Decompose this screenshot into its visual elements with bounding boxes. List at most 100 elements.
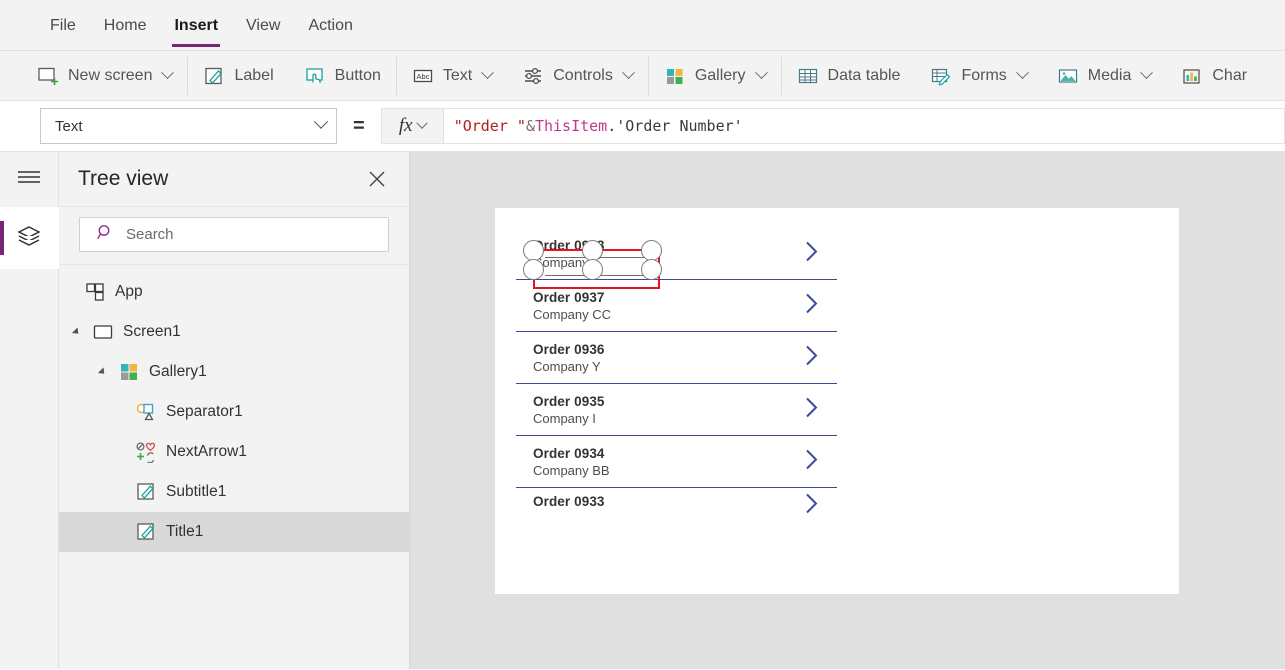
ribbon-label: Char [1212, 66, 1248, 84]
ribbon-new-screen[interactable]: New screen [22, 57, 187, 95]
chevron-down-icon[interactable] [481, 66, 495, 80]
gallery-item-text: Order 0934 Company BB [533, 446, 610, 478]
gallery-item-subtitle: Company BB [533, 462, 610, 478]
ribbon-text-menu[interactable]: Abc Text [397, 57, 507, 95]
hamburger-menu-button[interactable] [0, 152, 59, 207]
gallery-control[interactable]: Order 0938 Company F Order 0937 Company … [516, 228, 837, 572]
menu-tab-view[interactable]: View [232, 0, 294, 51]
fx-button[interactable]: fx [380, 108, 443, 144]
gallery-item-text: Order 0937 Company CC [533, 290, 611, 322]
ribbon-label: Data table [827, 66, 901, 84]
equals-sign: = [353, 114, 365, 137]
chevron-down-icon[interactable] [1015, 66, 1029, 80]
rail-item-tree-view[interactable] [0, 207, 59, 269]
icons-icon [135, 441, 157, 464]
menu-tab-home[interactable]: Home [90, 0, 161, 51]
chevron-expanded-icon[interactable] [95, 365, 109, 379]
next-arrow-icon[interactable] [803, 446, 821, 477]
gallery-item[interactable]: Order 0933 [516, 488, 837, 522]
formula-token-identifier: ThisItem [534, 117, 608, 135]
tree-node-label: Gallery1 [149, 363, 207, 380]
label-icon [135, 481, 157, 503]
gallery-item-text: Order 0935 Company I [533, 394, 605, 426]
tree-node-screen1[interactable]: Screen1 [59, 312, 409, 352]
gallery-item-subtitle: Company I [533, 410, 596, 426]
screen-icon [92, 321, 114, 343]
next-arrow-icon[interactable] [803, 238, 821, 269]
workspace: Tree view Search App Screen1 Gallery1 Se… [0, 152, 1285, 669]
gallery-item[interactable]: Order 0937 Company CC [516, 280, 837, 332]
search-placeholder: Search [126, 226, 174, 243]
label-icon [203, 66, 225, 86]
property-selector[interactable]: Text [40, 108, 337, 144]
close-panel-button[interactable] [364, 166, 390, 192]
tree-node-gallery1[interactable]: Gallery1 [59, 352, 409, 392]
tree-view-title: Tree view [78, 167, 169, 190]
formula-bar: Text = fx "Order " & ThisItem .'Order Nu… [0, 101, 1285, 152]
tree-node-label: App [115, 283, 143, 300]
gallery-item[interactable]: Order 0935 Company I [516, 384, 837, 436]
chevron-down-icon[interactable] [1140, 66, 1154, 80]
menu-tab-action[interactable]: Action [294, 0, 366, 51]
ribbon-label: Text [442, 66, 473, 84]
gallery-icon [664, 66, 686, 86]
menu-tab-label: Action [308, 16, 353, 34]
tree-node-label: Screen1 [123, 323, 181, 340]
gallery-icon [118, 361, 140, 383]
property-selector-value: Text [55, 117, 83, 135]
tree-node-title1[interactable]: Title1 [59, 512, 409, 552]
layers-icon [16, 224, 42, 253]
app-screen-preview[interactable]: Order 0938 Company F Order 0937 Company … [495, 208, 1179, 594]
ribbon-label: Forms [961, 66, 1007, 84]
hamburger-icon [17, 169, 41, 190]
ribbon-button-control[interactable]: Button [289, 57, 396, 95]
tree-node-label: NextArrow1 [166, 443, 247, 460]
tree-search-area: Search [59, 207, 409, 265]
ribbon-forms-menu[interactable]: Forms [915, 57, 1041, 95]
formula-token-string: "Order " [453, 117, 526, 135]
ribbon-label: Button [334, 66, 381, 84]
tree-node-label: Title1 [166, 523, 204, 540]
ribbon-gallery-menu[interactable]: Gallery [649, 57, 781, 95]
menu-tab-file[interactable]: File [36, 0, 90, 51]
ribbon-label: Controls [553, 66, 613, 84]
tree-node-nextarrow1[interactable]: NextArrow1 [59, 432, 409, 472]
next-arrow-icon[interactable] [803, 491, 821, 522]
ribbon-controls-menu[interactable]: Controls [507, 57, 648, 95]
text-abc-icon: Abc [412, 66, 434, 86]
chevron-expanded-icon[interactable] [69, 325, 83, 339]
chevron-down-icon[interactable] [621, 66, 635, 80]
design-canvas[interactable]: Order 0938 Company F Order 0937 Company … [410, 152, 1285, 669]
gallery-item[interactable]: Order 0936 Company Y [516, 332, 837, 384]
chevron-down-icon[interactable] [415, 117, 428, 129]
menu-tab-insert[interactable]: Insert [160, 0, 232, 51]
gallery-item-text: Order 0938 Company F [533, 238, 605, 270]
formula-input[interactable]: "Order " & ThisItem .'Order Number' [442, 108, 1285, 144]
gallery-item[interactable]: Order 0934 Company BB [516, 436, 837, 488]
chevron-down-icon[interactable] [161, 66, 175, 80]
gallery-item-title: Order 0935 [533, 393, 605, 409]
search-input[interactable]: Search [79, 217, 389, 252]
chevron-down-icon[interactable] [313, 114, 329, 129]
ribbon-label-control[interactable]: Label [188, 57, 288, 95]
gallery-item-text: Order 0933 [533, 494, 605, 509]
tree-node-app[interactable]: App [59, 272, 409, 312]
tree-node-subtitle1[interactable]: Subtitle1 [59, 472, 409, 512]
tree-node-separator1[interactable]: Separator1 [59, 392, 409, 432]
next-arrow-icon[interactable] [803, 342, 821, 373]
gallery-item-title: Order 0937 [533, 289, 605, 305]
ribbon-media-menu[interactable]: Media [1042, 57, 1167, 95]
controls-icon [522, 66, 544, 86]
ribbon-charts-menu[interactable]: Char [1166, 57, 1262, 95]
ribbon-data-table[interactable]: Data table [782, 57, 916, 95]
forms-icon [930, 66, 952, 86]
gallery-item-title: Order 0938 [533, 237, 605, 253]
ribbon-label: Gallery [694, 66, 746, 84]
gallery-item-title: Order 0934 [533, 445, 605, 461]
gallery-item[interactable]: Order 0938 Company F [516, 228, 837, 280]
chevron-down-icon[interactable] [754, 66, 768, 80]
button-icon [304, 66, 326, 86]
next-arrow-icon[interactable] [803, 394, 821, 425]
new-screen-icon [37, 66, 59, 86]
next-arrow-icon[interactable] [803, 290, 821, 321]
